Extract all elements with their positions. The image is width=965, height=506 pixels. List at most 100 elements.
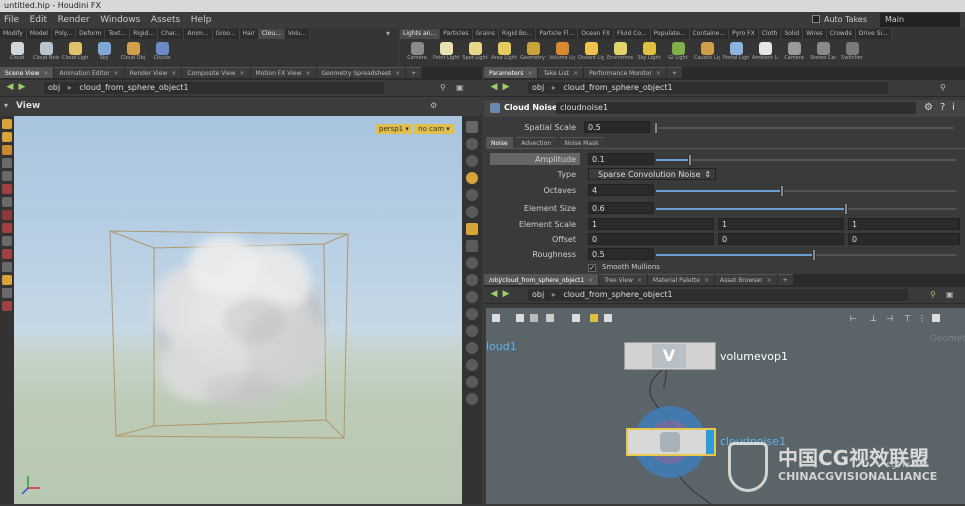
ghost-icon[interactable] xyxy=(466,172,478,184)
pane-tab[interactable]: Parameters × xyxy=(484,67,538,78)
shelf-tool-button[interactable]: Camera xyxy=(404,41,430,63)
subtab-noise[interactable]: Noise xyxy=(486,137,513,148)
pane-tab[interactable]: Scene View × xyxy=(0,67,54,78)
pane-tab[interactable]: Asset Browser × xyxy=(714,274,777,285)
add-tab-icon[interactable]: + xyxy=(406,67,422,78)
brush-tool-icon[interactable] xyxy=(2,236,12,246)
shelf-tab[interactable]: Modify xyxy=(0,29,27,39)
shelf-tool-button[interactable]: GI Light xyxy=(665,41,691,63)
tab-close-icon[interactable]: × xyxy=(704,277,709,284)
pane-tab[interactable]: Geometry Spreadsheet × xyxy=(316,67,406,78)
left-shelf-menu-icon[interactable]: ▾ xyxy=(382,29,394,39)
octaves-slider[interactable] xyxy=(656,185,956,197)
shelf-tool-button[interactable]: Cloud Light xyxy=(62,41,88,63)
render-region-icon[interactable] xyxy=(2,262,12,272)
shelf-tool-button[interactable]: Spot Light xyxy=(462,41,488,63)
shelf-tab[interactable]: Drive Si... xyxy=(855,29,892,39)
subtab-noise-mask[interactable]: Noise Mask xyxy=(559,137,604,148)
snap-tool-icon[interactable] xyxy=(2,210,12,220)
tab-close-icon[interactable]: × xyxy=(43,70,48,77)
tab-close-icon[interactable]: × xyxy=(767,277,772,284)
shelf-tab[interactable]: Containe... xyxy=(689,29,730,39)
shelf-tool-button[interactable]: Area Light xyxy=(491,41,517,63)
light-display-icon[interactable] xyxy=(466,206,478,218)
scene-viewport[interactable]: persp1 ▾ no cam ▾ xyxy=(14,116,462,504)
grid-icon[interactable] xyxy=(466,257,478,269)
network-path-field[interactable]: obj ▸ cloud_from_sphere_object1 xyxy=(528,289,908,301)
shelf-tool-button[interactable]: Environment Light xyxy=(607,41,633,63)
element-size-field[interactable]: 0.6 xyxy=(588,202,654,214)
add-tab-icon[interactable]: + xyxy=(666,67,682,78)
shelf-tab[interactable]: Poly... xyxy=(51,29,77,39)
point-display-icon[interactable] xyxy=(466,274,478,286)
camera-display-icon[interactable] xyxy=(466,393,478,405)
spatial-scale-field[interactable]: 0.5 xyxy=(584,121,650,133)
pane-tab[interactable]: Animation Editor × xyxy=(54,67,124,78)
shelf-tab[interactable]: Ocean FX xyxy=(578,29,614,39)
shelf-tab[interactable]: Populate... xyxy=(650,29,690,39)
shelf-tab[interactable]: Pyro FX xyxy=(729,29,759,39)
forward-arrow-icon[interactable]: ▶ xyxy=(16,80,28,94)
measure-tool-icon[interactable] xyxy=(2,249,12,259)
subtab-advection[interactable]: Advection xyxy=(516,137,557,148)
menu-file[interactable]: File xyxy=(0,12,23,28)
parm-pin-icon[interactable]: ⚲ xyxy=(940,83,946,92)
pane-tab[interactable]: Material Palette × xyxy=(647,274,714,285)
octaves-field[interactable]: 4 xyxy=(588,184,654,196)
shelf-tab[interactable]: Crowds xyxy=(826,29,856,39)
shelf-tool-button[interactable]: Sky xyxy=(91,41,117,63)
tab-close-icon[interactable]: × xyxy=(527,70,532,77)
view-tool-icon[interactable] xyxy=(2,197,12,207)
primitive-numbers-icon[interactable] xyxy=(466,308,478,320)
tab-close-icon[interactable]: × xyxy=(114,70,119,77)
menu-render[interactable]: Render xyxy=(54,12,94,28)
back-arrow-icon[interactable]: ◀ xyxy=(4,80,16,94)
amplitude-field[interactable]: 0.1 xyxy=(588,153,654,165)
pane-tab[interactable]: Motion FX View × xyxy=(250,67,316,78)
smooth-mullions-checkbox[interactable]: ✓ xyxy=(588,264,596,272)
add-tab-icon[interactable]: + xyxy=(777,274,793,285)
spatial-scale-slider[interactable] xyxy=(654,122,954,134)
tab-close-icon[interactable]: × xyxy=(588,277,593,284)
menu-assets[interactable]: Assets xyxy=(147,12,184,28)
shelf-tab[interactable]: Lights an... xyxy=(400,29,441,39)
net-layout-icon[interactable]: ▣ xyxy=(946,290,954,299)
pane-tab[interactable]: /obj/cloud_from_sphere_object1 × xyxy=(484,274,599,285)
magnet-tool-icon[interactable] xyxy=(2,223,12,233)
shelf-tool-button[interactable]: Switcher xyxy=(839,41,865,63)
shelf-tool-button[interactable]: Distant Light xyxy=(578,41,604,63)
node-gear-icon[interactable]: ⚙ xyxy=(924,102,933,113)
shelf-tab[interactable]: Solid xyxy=(781,29,804,39)
scale-tool-icon[interactable] xyxy=(2,158,12,168)
shelf-tab[interactable]: Groo... xyxy=(212,29,240,39)
net-forward-arrow-icon[interactable]: ▶ xyxy=(500,287,512,301)
cloudnoise-display-flag[interactable] xyxy=(706,430,714,454)
take-selector[interactable]: Main xyxy=(880,13,960,27)
parm-back-arrow-icon[interactable]: ◀ xyxy=(488,80,500,94)
shelf-tab[interactable]: Wires xyxy=(803,29,827,39)
shelf-tool-button[interactable]: Point Light xyxy=(433,41,459,63)
view-options-icon[interactable]: ⚙ xyxy=(430,101,437,110)
shelf-tab[interactable]: Grains xyxy=(472,29,499,39)
shelf-tab[interactable]: Deform xyxy=(76,29,106,39)
vertex-display-icon[interactable] xyxy=(466,342,478,354)
point-numbers-icon[interactable] xyxy=(466,325,478,337)
shelf-tool-button[interactable]: Caustic Light xyxy=(694,41,720,63)
net-pin-icon[interactable]: ⚲ xyxy=(930,290,936,299)
amplitude-slider[interactable] xyxy=(656,154,956,166)
net-back-arrow-icon[interactable]: ◀ xyxy=(488,287,500,301)
shelf-tool-button[interactable]: Cloud Obj xyxy=(120,41,146,63)
pane-tab[interactable]: Performance Monitor × xyxy=(584,67,666,78)
tab-close-icon[interactable]: × xyxy=(637,277,642,284)
octaves-knob[interactable] xyxy=(780,185,784,197)
tab-close-icon[interactable]: × xyxy=(656,70,661,77)
roughness-knob[interactable] xyxy=(812,249,816,261)
roughness-slider[interactable] xyxy=(656,249,956,261)
auto-takes-toggle[interactable]: Auto Takes xyxy=(812,13,880,27)
node-cloudnoise[interactable] xyxy=(626,428,716,456)
no-cam-button[interactable]: no cam ▾ xyxy=(414,124,454,134)
camera-tool-icon[interactable] xyxy=(2,288,12,298)
shelf-tab[interactable]: Model xyxy=(26,29,52,39)
pane-tab[interactable]: Take List × xyxy=(538,67,584,78)
select-tool-icon[interactable] xyxy=(2,119,12,129)
